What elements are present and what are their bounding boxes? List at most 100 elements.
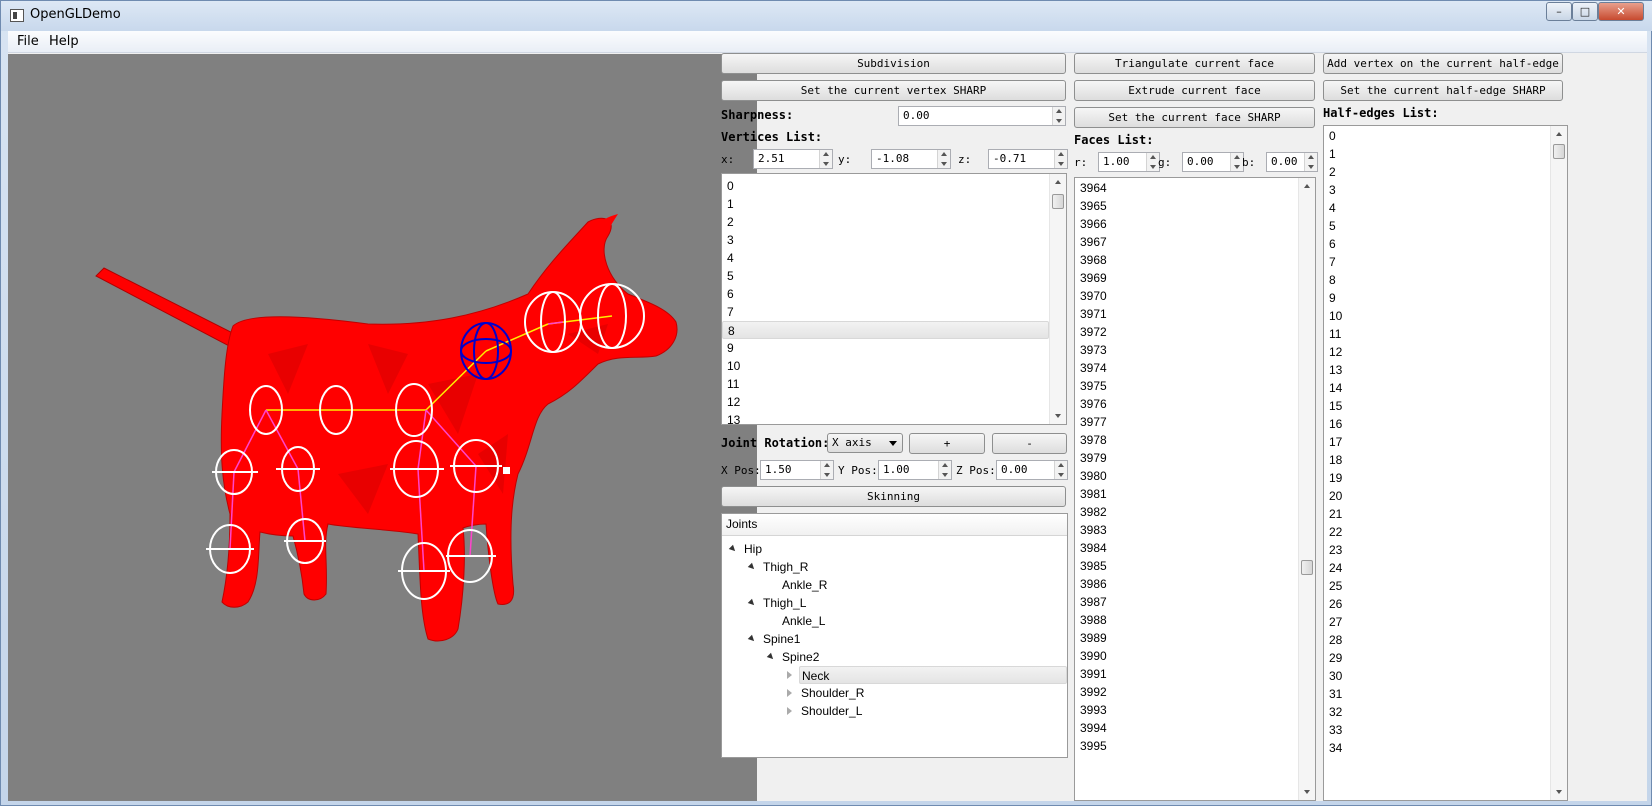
face-list-item[interactable]: 3987 xyxy=(1075,593,1315,611)
face-list-item[interactable]: 3994 xyxy=(1075,719,1315,737)
face-list-item[interactable]: 3970 xyxy=(1075,287,1315,305)
faces-scrollbar[interactable] xyxy=(1298,178,1315,800)
vertex-list-item[interactable]: 9 xyxy=(722,339,1066,357)
face-list-item[interactable]: 3984 xyxy=(1075,539,1315,557)
face-list-item[interactable]: 3976 xyxy=(1075,395,1315,413)
vertices-list[interactable]: 0 1 2 3 4 5 6 7 8 9 10 11 12 13 xyxy=(721,173,1067,425)
scroll-up-icon[interactable] xyxy=(1556,132,1562,136)
half-edges-list[interactable]: 0 1 2 3 4 5 6 7 8 9 10 11 12 13 14 15 16 17 18 19 20 21 22 23 24… xyxy=(1323,125,1568,801)
menu-help[interactable]: Help xyxy=(49,34,79,49)
face-list-item[interactable]: 3966 xyxy=(1075,215,1315,233)
tree-collapse-icon[interactable] xyxy=(747,634,757,644)
spin-arrows-icon[interactable] xyxy=(819,150,832,168)
face-list-item[interactable]: 3983 xyxy=(1075,521,1315,539)
scroll-down-icon[interactable] xyxy=(1055,414,1061,418)
face-list-item[interactable]: 3965 xyxy=(1075,197,1315,215)
face-list-item[interactable]: 3974 xyxy=(1075,359,1315,377)
half-edge-list-item[interactable]: 15 xyxy=(1324,397,1567,415)
tree-collapse-icon[interactable] xyxy=(766,652,776,662)
joint-node[interactable]: Shoulder_L xyxy=(799,702,862,720)
half-edge-list-item[interactable]: 29 xyxy=(1324,649,1567,667)
close-button[interactable]: ✕ xyxy=(1598,2,1644,21)
joints-tree[interactable]: Joints Hip Thigh_R Ankle_R Thigh_L Ankle_L Sp… xyxy=(721,513,1068,758)
tree-collapse-icon[interactable] xyxy=(747,598,757,608)
skinning-button[interactable]: Skinning xyxy=(721,486,1066,507)
vertex-list-item[interactable]: 12 xyxy=(722,393,1066,411)
half-edge-list-item[interactable]: 30 xyxy=(1324,667,1567,685)
half-edge-list-item[interactable]: 26 xyxy=(1324,595,1567,613)
face-g-spinbox[interactable]: 0.00 xyxy=(1182,152,1244,172)
face-list-item[interactable]: 3981 xyxy=(1075,485,1315,503)
scroll-down-icon[interactable] xyxy=(1304,790,1310,794)
half-edge-list-item[interactable]: 17 xyxy=(1324,433,1567,451)
face-list-item[interactable]: 3985 xyxy=(1075,557,1315,575)
scroll-thumb[interactable] xyxy=(1301,560,1313,575)
tree-expand-icon[interactable] xyxy=(787,707,792,715)
half-edge-list-item[interactable]: 2 xyxy=(1324,163,1567,181)
face-list-item[interactable]: 3975 xyxy=(1075,377,1315,395)
face-b-spinbox[interactable]: 0.00 xyxy=(1266,152,1318,172)
half-edge-list-item[interactable]: 12 xyxy=(1324,343,1567,361)
subdivision-button[interactable]: Subdivision xyxy=(721,53,1066,74)
half-edge-list-item[interactable]: 4 xyxy=(1324,199,1567,217)
half-edge-list-item[interactable]: 9 xyxy=(1324,289,1567,307)
spin-arrows-icon[interactable] xyxy=(1054,150,1067,168)
half-edge-list-item[interactable]: 13 xyxy=(1324,361,1567,379)
vertex-list-item[interactable]: 1 xyxy=(722,195,1066,213)
joint-node[interactable]: Spine2 xyxy=(780,648,819,666)
faces-list[interactable]: 3964 3965 3966 3967 3968 3969 3970 3971 3972 3973… xyxy=(1074,177,1316,801)
vertex-list-item[interactable]: 7 xyxy=(722,303,1066,321)
joint-node[interactable]: Spine1 xyxy=(761,630,800,648)
tree-expand-icon[interactable] xyxy=(787,671,792,679)
set-half-edge-sharp-button[interactable]: Set the current half-edge SHARP xyxy=(1323,80,1563,101)
vertex-list-item[interactable]: 10 xyxy=(722,357,1066,375)
joint-rotate-plus-button[interactable]: + xyxy=(909,433,985,454)
half-edge-list-item[interactable]: 1 xyxy=(1324,145,1567,163)
tree-collapse-icon[interactable] xyxy=(747,562,757,572)
scroll-up-icon[interactable] xyxy=(1055,180,1061,184)
menu-file[interactable]: File xyxy=(17,34,39,49)
vertex-list-item[interactable]: 3 xyxy=(722,231,1066,249)
opengl-viewport[interactable] xyxy=(8,54,757,801)
set-vertex-sharp-button[interactable]: Set the current vertex SHARP xyxy=(721,80,1066,101)
joint-ypos-spinbox[interactable]: 1.00 xyxy=(878,460,952,480)
joint-xpos-spinbox[interactable]: 1.50 xyxy=(760,460,834,480)
joint-node[interactable]: Ankle_L xyxy=(780,612,825,630)
set-face-sharp-button[interactable]: Set the current face SHARP xyxy=(1074,107,1315,128)
scroll-thumb[interactable] xyxy=(1553,144,1565,159)
face-list-item[interactable]: 3990 xyxy=(1075,647,1315,665)
half-edge-list-item[interactable]: 32 xyxy=(1324,703,1567,721)
joint-node[interactable]: Neck xyxy=(799,666,1067,684)
half-edge-list-item[interactable]: 21 xyxy=(1324,505,1567,523)
face-list-item[interactable]: 3995 xyxy=(1075,737,1315,755)
half-edge-list-item[interactable]: 7 xyxy=(1324,253,1567,271)
face-list-item[interactable]: 3973 xyxy=(1075,341,1315,359)
face-list-item[interactable]: 3969 xyxy=(1075,269,1315,287)
scroll-up-icon[interactable] xyxy=(1304,184,1310,188)
joint-node[interactable]: Hip xyxy=(742,540,762,558)
spin-arrows-icon[interactable] xyxy=(820,461,833,479)
tree-expand-icon[interactable] xyxy=(787,689,792,697)
face-list-item[interactable]: 3971 xyxy=(1075,305,1315,323)
half-edge-list-item[interactable]: 31 xyxy=(1324,685,1567,703)
half-edge-list-item[interactable]: 16 xyxy=(1324,415,1567,433)
face-list-item[interactable]: 3964 xyxy=(1075,179,1315,197)
half-edge-list-item[interactable]: 34 xyxy=(1324,739,1567,757)
vertices-scrollbar[interactable] xyxy=(1049,174,1066,424)
vertex-list-item[interactable]: 4 xyxy=(722,249,1066,267)
rotation-axis-select[interactable]: X axis xyxy=(827,433,903,453)
sharpness-spinbox[interactable]: 0.00 xyxy=(898,106,1066,126)
spin-arrows-icon[interactable] xyxy=(938,461,951,479)
face-list-item[interactable]: 3967 xyxy=(1075,233,1315,251)
face-list-item[interactable]: 3991 xyxy=(1075,665,1315,683)
face-list-item[interactable]: 3989 xyxy=(1075,629,1315,647)
half-edge-list-item[interactable]: 28 xyxy=(1324,631,1567,649)
add-vertex-half-edge-button[interactable]: Add vertex on the current half-edge xyxy=(1323,53,1563,74)
face-list-item[interactable]: 3979 xyxy=(1075,449,1315,467)
joint-node[interactable]: Thigh_L xyxy=(761,594,806,612)
half-edge-list-item[interactable]: 6 xyxy=(1324,235,1567,253)
vertex-z-spinbox[interactable]: -0.71 xyxy=(988,149,1068,169)
vertex-list-item[interactable]: 11 xyxy=(722,375,1066,393)
face-list-item[interactable]: 3972 xyxy=(1075,323,1315,341)
scroll-thumb[interactable] xyxy=(1052,194,1064,209)
